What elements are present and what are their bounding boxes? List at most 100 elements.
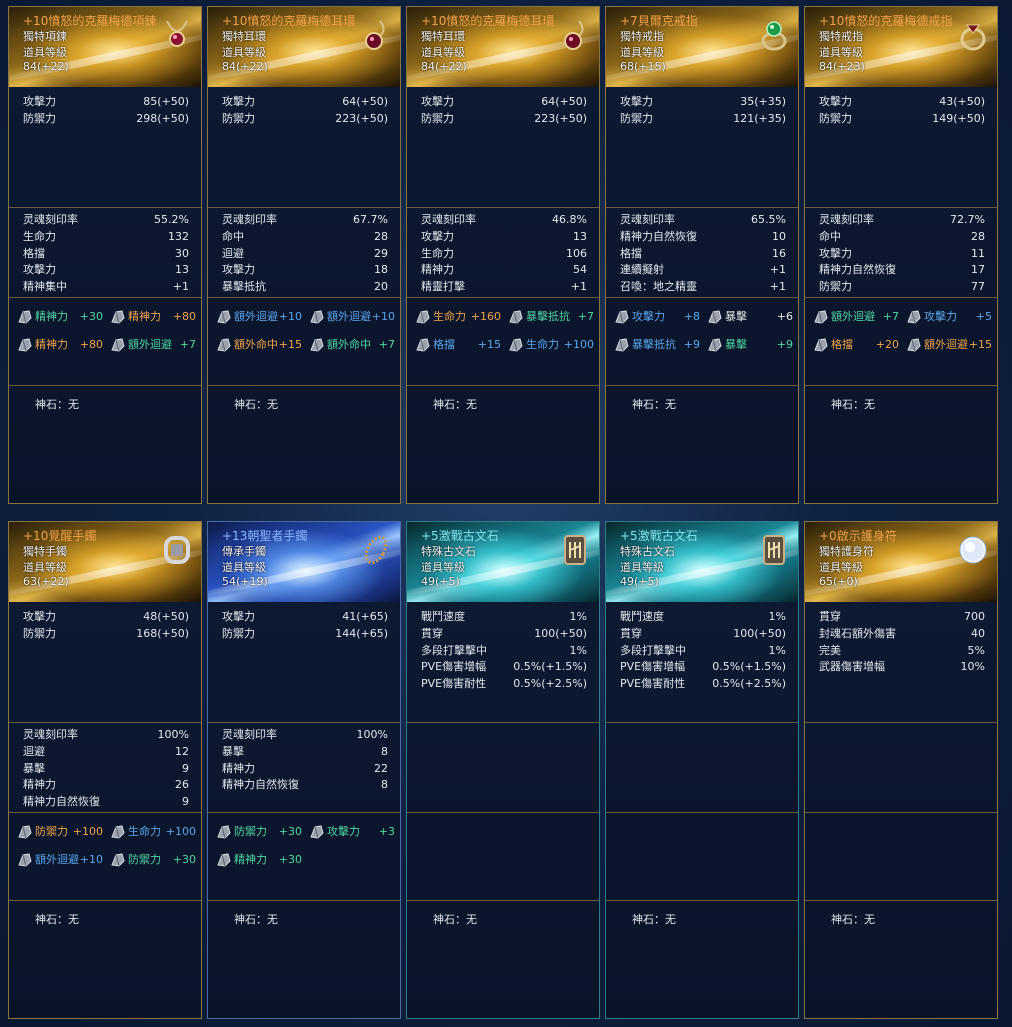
manastone-slot[interactable]: 精神力 +80: [110, 307, 202, 327]
manastone-slot[interactable]: 額外迴避 +10: [17, 850, 109, 870]
manastone-slot[interactable]: 額外命中 +15: [216, 335, 308, 355]
item-card[interactable]: +10憤怒的克羅梅德戒指 獨特戒指 道具等級 84(+23) 攻擊力 43(+50) 防禦力…: [804, 6, 998, 504]
manastone-slot[interactable]: 額外命中 +7: [309, 335, 401, 355]
manastone-slot[interactable]: 攻擊力 +8: [614, 307, 706, 327]
manastone-slot[interactable]: 額外迴避 +7: [110, 335, 202, 355]
bonus-stat-row: 精神力自然恢復 9: [23, 794, 189, 810]
item-type: 獨特護身符: [819, 545, 874, 558]
manastone-stat: 額外命中: [327, 338, 371, 351]
manastone-slot[interactable]: 額外迴避 +15: [906, 335, 998, 355]
bonus-stat-row: 灵魂刻印率 46.8%: [421, 212, 587, 228]
item-name: +13朝聖者手鐲: [222, 529, 308, 543]
earring-icon: [557, 17, 593, 53]
manastone-slot[interactable]: 精神力 +30: [216, 850, 308, 870]
stat-label: 命中: [222, 229, 244, 243]
manastone-value: +7: [179, 338, 196, 351]
stat-value: +1: [172, 280, 189, 294]
manastone-value: +30: [172, 853, 196, 866]
manastone-slot[interactable]: 額外迴避 +10: [309, 307, 401, 327]
manastone-slot[interactable]: 額外迴避 +7: [813, 307, 905, 327]
manastone-stat: 精神力: [35, 310, 68, 323]
stat-value: 12: [175, 744, 189, 758]
manastone-slot[interactable]: 暴擊抵抗 +7: [508, 307, 600, 327]
manastone-slot[interactable]: 防禦力 +30: [110, 850, 202, 870]
manastone-value: +15: [477, 338, 501, 351]
manastone-slot[interactable]: 暴擊 +9: [707, 335, 799, 355]
manastone-slot[interactable]: 防禦力 +30: [216, 822, 308, 842]
godstone-label: 神石：无: [234, 398, 278, 411]
manastone-slot[interactable]: 額外迴避 +10: [216, 307, 308, 327]
stat-label: 攻擊力: [23, 95, 56, 108]
bonus-stat-row: 命中 28: [222, 229, 388, 245]
stat-label: 迴避: [222, 246, 244, 260]
manastone-slot[interactable]: 格擋 +20: [813, 335, 905, 355]
bonus-stat-row: 灵魂刻印率 100%: [222, 727, 388, 743]
manastone-slot[interactable]: 攻擊力 +5: [906, 307, 998, 327]
manastone-value: +3: [378, 825, 395, 838]
manastone-slot[interactable]: 生命力 +100: [508, 335, 600, 355]
section-divider: [805, 297, 997, 298]
stat-label: 灵魂刻印率: [23, 728, 78, 741]
base-stat-row: PVE傷害耐性 0.5%(+2.5%): [620, 676, 786, 692]
base-stat-row: 防禦力 121(+35): [620, 111, 786, 127]
manastone-value: +7: [577, 310, 594, 323]
manastone-slot[interactable]: 暴擊抵抗 +9: [614, 335, 706, 355]
item-card[interactable]: +10憤怒的克羅梅德項鍊 獨特項鍊 道具等級 84(+22) 攻擊力 85(+50) 防禦力…: [8, 6, 202, 504]
stat-value: 46.8%: [552, 213, 587, 226]
bonus-stat-row: 命中 28: [819, 229, 985, 245]
item-card[interactable]: +10憤怒的克羅梅德耳環 獨特耳環 道具等級 84(+22) 攻擊力 64(+50) 防禦力…: [207, 6, 401, 504]
stat-value: 64(+50): [342, 95, 388, 108]
stat-label: 暴擊: [23, 761, 45, 775]
stat-value: 13: [175, 263, 189, 277]
item-card[interactable]: +5激戰古文石 特殊古文石 道具等級 49(+5) 戰鬥速度 1% 貫穿 100(+50) 多段…: [406, 521, 600, 1019]
manastone-slot[interactable]: 攻擊力 +3: [309, 822, 401, 842]
manastone-value: +100: [72, 825, 103, 838]
stat-value: 29: [374, 246, 388, 260]
stat-label: 生命力: [421, 246, 454, 260]
item-card[interactable]: +13朝聖者手鐲 傳承手鐲 道具等級 54(+19) 攻擊力 41(+65) 防禦力 144(…: [207, 521, 401, 1019]
stat-value: 77: [971, 280, 985, 294]
manastone-slot[interactable]: 防禦力 +100: [17, 822, 109, 842]
stat-label: 灵魂刻印率: [23, 213, 78, 226]
item-header: +0啟示護身符 獨特護身符 道具等級 65(+0): [805, 522, 997, 602]
stat-value: 1%: [569, 643, 587, 657]
base-stat-row: 防禦力 223(+50): [222, 111, 388, 127]
stat-value: 1%: [768, 643, 786, 657]
manastone-icon: [614, 337, 630, 353]
base-stat-row: PVE傷害增幅 0.5%(+1.5%): [421, 659, 587, 675]
manastone-slot[interactable]: 精神力 +80: [17, 335, 109, 355]
stat-label: 防禦力: [222, 626, 255, 640]
stat-label: 暴擊: [222, 744, 244, 758]
stat-label: 防禦力: [23, 626, 56, 640]
manastone-icon: [216, 824, 232, 840]
item-card[interactable]: +7貝爾克戒指 獨特戒指 道具等級 68(+15) 攻擊力 35(+35) 防禦力 121(+…: [605, 6, 799, 504]
manastone-icon: [110, 309, 126, 325]
manastone-slot[interactable]: 暴擊 +6: [707, 307, 799, 327]
stat-label: 多段打擊擊中: [620, 643, 686, 657]
manastone-slot[interactable]: 格擋 +15: [415, 335, 507, 355]
section-divider: [9, 385, 201, 386]
item-card[interactable]: +10憤怒的克羅梅德耳環 獨特耳環 道具等級 84(+22) 攻擊力 64(+50) 防禦力…: [406, 6, 600, 504]
stat-value: 100(+50): [733, 626, 786, 640]
stat-label: 攻擊力: [23, 263, 56, 277]
item-name: +5激戰古文石: [421, 529, 499, 543]
item-card[interactable]: +10覺醒手鐲 獨特手鐲 道具等級 63(+22) 攻擊力 48(+50) 防禦力 168(+…: [8, 521, 202, 1019]
manastone-icon: [216, 309, 232, 325]
stat-value: 72.7%: [950, 213, 985, 226]
section-divider: [208, 385, 400, 386]
item-level-label: 道具等級: [819, 46, 863, 59]
manastone-stat: 攻擊力: [327, 825, 360, 838]
base-stat-row: 攻擊力 64(+50): [222, 94, 388, 110]
manastone-icon: [707, 309, 723, 325]
godstone-label: 神石：无: [35, 913, 79, 926]
section-divider: [208, 900, 400, 901]
bonus-stat-row: 暴擊 8: [222, 744, 388, 760]
manastone-slot[interactable]: 生命力 +160: [415, 307, 507, 327]
item-type: 獨特耳環: [421, 30, 465, 43]
item-level-value: 84(+23): [819, 60, 865, 73]
manastone-slot[interactable]: 生命力 +100: [110, 822, 202, 842]
amulet-icon: [955, 532, 991, 568]
item-card[interactable]: +0啟示護身符 獨特護身符 道具等級 65(+0) 貫穿 700 封魂石額外傷害 40 完美 5%…: [804, 521, 998, 1019]
manastone-slot[interactable]: 精神力 +30: [17, 307, 109, 327]
item-card[interactable]: +5激戰古文石 特殊古文石 道具等級 49(+5) 戰鬥速度 1% 貫穿 100(+50) 多段…: [605, 521, 799, 1019]
